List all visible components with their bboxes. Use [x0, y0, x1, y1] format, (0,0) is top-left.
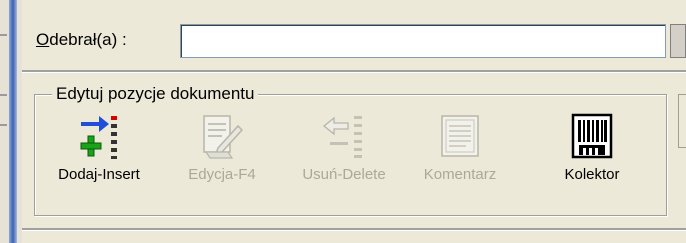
- edge-mark: [0, 34, 7, 36]
- add-insert-icon: [80, 116, 117, 159]
- edit-document-icon: [203, 115, 244, 159]
- delete-arrow-icon: [322, 116, 362, 158]
- receiver-input[interactable]: [180, 24, 666, 58]
- delete-label: Usuń-Delete: [302, 166, 386, 183]
- edge-mark: [0, 124, 7, 126]
- top-divider: [22, 70, 686, 73]
- edit-f4-label: Edycja-F4: [188, 166, 256, 183]
- add-insert-button[interactable]: Dodaj-Insert: [44, 112, 154, 183]
- comment-note-icon: [441, 115, 479, 157]
- left-blue-bar: [9, 0, 17, 243]
- receiver-row: Odebrał(a) :: [22, 0, 686, 74]
- comment-button[interactable]: Komentarz: [406, 112, 514, 183]
- edit-f4-button[interactable]: Edycja-F4: [172, 112, 272, 183]
- comment-label: Komentarz: [423, 166, 497, 183]
- receiver-label-accesskey: O: [36, 30, 50, 49]
- groupbox-title: Edytuj pozycje dokumentu: [52, 84, 259, 104]
- add-insert-label: Dodaj-Insert: [58, 166, 140, 183]
- window-left-edge: [0, 0, 22, 243]
- receiver-label: Odebrał(a) :: [36, 30, 127, 50]
- edge-mark: [0, 94, 7, 96]
- delete-button[interactable]: Usuń-Delete: [288, 112, 400, 183]
- receiver-side-button[interactable]: [670, 24, 686, 58]
- collector-label: Kolektor: [564, 166, 620, 183]
- form-panel: Odebrał(a) : Edytuj pozycje dokumentu Do…: [22, 0, 686, 243]
- receiver-label-text: debrał(a) :: [49, 30, 127, 49]
- right-panel-edge: [678, 94, 686, 148]
- bottom-toolbar-strip: [22, 231, 686, 243]
- barcode-collector-icon: [571, 113, 613, 159]
- collector-button[interactable]: Kolektor: [542, 112, 642, 183]
